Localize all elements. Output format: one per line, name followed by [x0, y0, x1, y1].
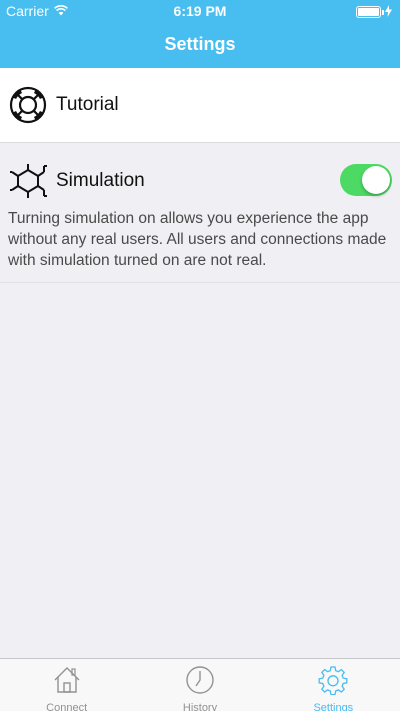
app-header: Carrier 6:19 PM Settings: [0, 0, 400, 68]
tab-bar: Connect History Settings: [0, 658, 400, 711]
tab-settings-label: Settings: [313, 702, 354, 711]
status-bar: Carrier 6:19 PM: [0, 0, 400, 22]
clock-icon: [185, 665, 215, 702]
house-icon: [52, 665, 82, 702]
tab-history-label: History: [182, 702, 218, 711]
simulation-description: Turning simulation on allows you experie…: [8, 210, 387, 269]
tutorial-label: Tutorial: [56, 94, 119, 115]
simulation-label: Simulation: [56, 170, 145, 191]
gear-icon: [318, 665, 348, 702]
tab-settings[interactable]: Settings: [267, 659, 400, 711]
tab-connect-label: Connect: [46, 702, 88, 711]
tab-history[interactable]: History: [133, 659, 266, 711]
hexagon-network-icon: [8, 161, 48, 201]
status-right: [356, 4, 392, 20]
status-time: 6:19 PM: [173, 3, 227, 19]
simulation-section: Simulation Turning simulation on allows …: [0, 143, 400, 283]
toggle-knob: [362, 166, 390, 194]
lifebuoy-icon: [8, 85, 48, 125]
battery-icon: [356, 6, 384, 18]
simulation-toggle[interactable]: [340, 164, 392, 196]
tab-connect[interactable]: Connect: [0, 659, 133, 711]
charging-icon: [385, 4, 392, 20]
tutorial-row[interactable]: Tutorial: [0, 68, 400, 143]
page-title: Settings: [164, 34, 236, 54]
